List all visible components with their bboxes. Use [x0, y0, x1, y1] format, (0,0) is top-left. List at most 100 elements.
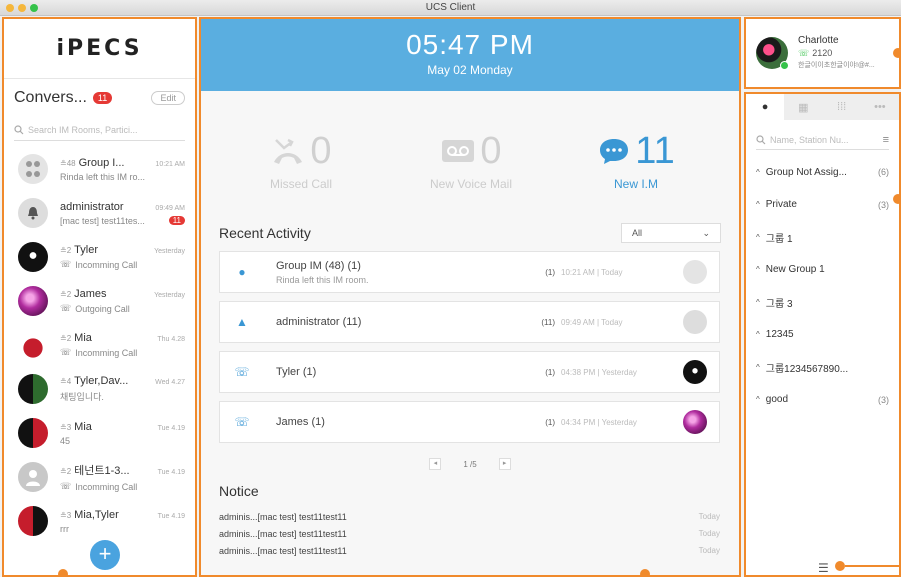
contact-group[interactable]: ^ 그룹 1 [756, 221, 889, 254]
conversation-list: ≗48 Group I... 10:21 AM Rinda left this IM… [4, 147, 195, 543]
tab-more[interactable]: ••• [860, 94, 899, 120]
conversation-search-input[interactable]: Search IM Rooms, Partici... [14, 119, 185, 141]
caret-up-icon: ^ [756, 232, 760, 242]
conversation-preview: 채팅입니다. [60, 392, 104, 402]
profile-avatar [756, 36, 789, 70]
conversation-name: Mia [74, 332, 92, 344]
activity-count: (1) [545, 267, 555, 277]
conversation-time: Wed 4.27 [155, 379, 185, 386]
list-view-icon[interactable]: ☰ [818, 561, 829, 575]
activity-name: Tyler (1) [276, 366, 317, 378]
contact-group[interactable]: ^ 12345 [756, 319, 889, 352]
tab-dialpad[interactable]: ⁞⁞⁞ [822, 94, 861, 120]
conversation-name: James [74, 288, 107, 300]
tab-organization[interactable]: ▦ [784, 94, 823, 120]
conversation-time: Thu 4.28 [157, 336, 185, 343]
person-icon: ● [761, 101, 769, 113]
my-profile[interactable]: Charlotte ☏ 2120 한글이이초한글이야!@#... [746, 19, 899, 86]
conversation-name: Tyler [74, 244, 98, 256]
conversation-preview: [mac test] test11tes... [60, 215, 145, 226]
conversation-time: Tue 4.19 [157, 469, 185, 476]
tab-contacts[interactable]: ● [746, 94, 785, 120]
conversation-item[interactable]: ≗4 Tyler,Dav... Wed 4.27 채팅입니다. [4, 367, 195, 411]
missed-call-stat[interactable]: 0 Missed Call [241, 129, 361, 192]
bell-icon: ▲ [236, 315, 248, 329]
conversation-preview: rrr [60, 523, 69, 534]
activity-row[interactable]: ● Group IM (48) (1) Rinda left this IM r… [219, 251, 720, 293]
clock-header: 05:47 PM May 02 Monday [201, 19, 739, 91]
activity-detail: Rinda left this IM room. [276, 274, 369, 285]
menu-icon[interactable]: ≡ [883, 134, 889, 146]
contact-group[interactable]: ^ New Group 1 [756, 254, 889, 287]
annotation-marker [893, 48, 901, 58]
new-im-stat[interactable]: 11 New I.M [576, 129, 696, 191]
group-count: (3) [878, 199, 889, 210]
contact-group[interactable]: ^ good (3) [756, 384, 889, 417]
bell-avatar-icon [683, 310, 707, 334]
contact-group[interactable]: ^ 그룹 3 [756, 286, 889, 319]
dashboard-panel: 05:47 PM May 02 Monday 0 Missed Call 0 N… [199, 17, 741, 577]
default-user-avatar-icon [18, 462, 48, 492]
activity-row[interactable]: ☏ Tyler (1) (1) 04:38 PM | Yesterday [219, 351, 720, 393]
conversation-item[interactable]: ≗2 테넌트1-3... Tue 4.19 ☏ Incomming Call [4, 455, 195, 499]
contact-group[interactable]: ^ Group Not Assig... (6) [756, 156, 889, 189]
conversation-item[interactable]: administrator 09:49 AM [mac test] test11t… [4, 191, 195, 235]
dialpad-icon: ⁞⁞⁞ [837, 101, 847, 113]
incoming-call-icon: ☏ [60, 481, 72, 491]
conversation-item[interactable]: ≗2 James Yesterday ☏ Outgoing Call [4, 279, 195, 323]
activity-row[interactable]: ☏ James (1) (1) 04:34 PM | Yesterday [219, 401, 720, 443]
title-bar: UCS Client [0, 0, 901, 16]
group-name: Private [765, 199, 797, 211]
conversation-time: Yesterday [154, 292, 185, 299]
conversation-name: Group I... [78, 156, 125, 169]
chevron-down-icon: ⌄ [702, 227, 710, 238]
conversation-item[interactable]: ≗2 Mia Thu 4.28 ☏ Incomming Call [4, 323, 195, 367]
recent-activity-list: ● Group IM (48) (1) Rinda left this IM r… [219, 251, 720, 451]
new-im-count: 11 [635, 129, 675, 172]
annotation-marker [835, 561, 845, 571]
group-name: good [765, 394, 789, 406]
search-icon [756, 134, 766, 144]
group-avatar-icon [18, 154, 48, 184]
contacts-tabs: ● ▦ ⁞⁞⁞ ••• [746, 94, 899, 120]
annotation-marker [640, 569, 650, 577]
conversation-item[interactable]: ≗2 Tyler Yesterday ☏ Incomming Call [4, 235, 195, 279]
member-count: ≗2 [60, 467, 72, 476]
conversation-item[interactable]: ≗3 Mia Tue 4.19 45 [4, 411, 195, 455]
voice-mail-stat[interactable]: 0 New Voice Mail [411, 130, 531, 192]
contact-group[interactable]: ^ Private (3) [756, 189, 889, 222]
activity-pager: ◂ 1 /5 ▸ [201, 458, 739, 470]
notice-row[interactable]: adminis...[mac test] test11test11 Today [219, 508, 720, 525]
notice-row[interactable]: adminis...[mac test] test11test11 Today [219, 525, 720, 542]
conversation-time: 09:49 AM [155, 204, 185, 212]
user-avatar [18, 286, 48, 316]
previous-page-button[interactable]: ◂ [429, 458, 442, 470]
next-page-button[interactable]: ▸ [498, 458, 511, 470]
conversations-title: Convers... [14, 89, 87, 106]
current-time: 05:47 PM [406, 29, 534, 60]
notice-row[interactable]: adminis...[mac test] test11test11 Today [219, 542, 720, 559]
missed-call-count: 0 [310, 129, 332, 172]
notice-text: adminis...[mac test] test11test11 [219, 511, 347, 522]
user-avatar [18, 330, 48, 360]
conversation-item[interactable]: ≗48 Group I... 10:21 AM Rinda left this IM… [4, 147, 195, 191]
new-conversation-button[interactable]: + [90, 540, 120, 570]
caret-up-icon: ^ [756, 200, 760, 210]
activity-filter-select[interactable]: All ⌄ [621, 223, 721, 243]
activity-row[interactable]: ▲ administrator (11) (11) 09:49 AM | Tod… [219, 301, 720, 343]
conversation-name: Mia,Tyler [74, 508, 119, 521]
activity-count: (1) [545, 417, 555, 427]
notice-text: adminis...[mac test] test11test11 [219, 545, 347, 556]
contact-search-input[interactable]: Name, Station Nu... ≡ [756, 130, 889, 150]
voicemail-icon [442, 140, 475, 162]
incoming-call-icon: ☏ [60, 259, 72, 269]
conversation-item[interactable]: ≗3 Mia,Tyler Tue 4.19 rrr [4, 499, 195, 543]
edit-button[interactable]: Edit [151, 91, 185, 105]
contact-group-list: ^ Group Not Assig... (6) ^ Private (3) ^ 그룹 1… [746, 156, 899, 416]
notice-time: Today [698, 529, 720, 538]
conversation-preview: 45 [60, 435, 71, 446]
conversation-name: administrator [60, 200, 124, 213]
user-avatar [683, 360, 707, 384]
contact-group[interactable]: ^ 그룹1234567890... [756, 351, 889, 384]
search-icon [14, 124, 24, 134]
